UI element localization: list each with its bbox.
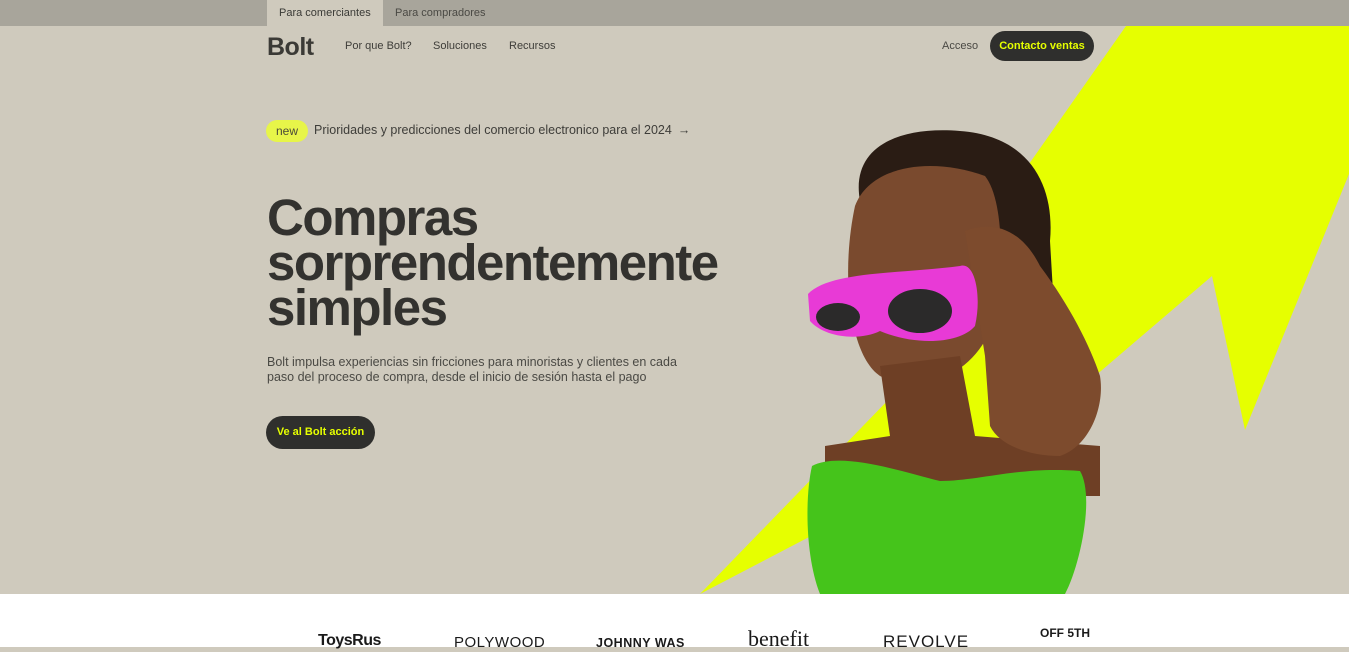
brand-logo-strip: ToysRus POLYWOOD JOHNNY WAS benefit REVO… — [0, 594, 1349, 651]
new-badge: new — [266, 120, 308, 142]
nav-link-why-bolt[interactable]: Por que Bolt? — [345, 40, 412, 52]
polywood-logo: POLYWOOD — [454, 634, 546, 651]
headline-line-3: simples — [267, 279, 448, 336]
nav-link-resources[interactable]: Recursos — [509, 40, 555, 52]
toysrus-logo: ToysRus — [318, 632, 381, 649]
bolt-logo[interactable]: Bolt — [267, 33, 314, 62]
hero-headline: Compras sorprendentemente simples — [267, 192, 827, 336]
audience-tabbar: Para comerciantes Para compradores — [0, 0, 1349, 26]
cta-button[interactable]: Ve al Bolt acción — [266, 416, 375, 449]
announcement-link[interactable]: Prioridades y predicciones del comercio … — [314, 123, 690, 137]
arrow-right-icon: → — [677, 123, 691, 137]
announcement-text: Prioridades y predicciones del comercio … — [314, 123, 672, 137]
tab-shoppers[interactable]: Para compradores — [383, 0, 498, 26]
nav-link-solutions[interactable]: Soluciones — [433, 40, 487, 52]
benefit-logo: benefit — [748, 626, 810, 651]
login-link[interactable]: Acceso — [942, 40, 978, 52]
lens-right-shape — [888, 289, 952, 333]
hero-subtext: Bolt impulsa experiencias sin fricciones… — [267, 355, 677, 384]
johnny-was-logo: JOHNNY WAS — [596, 636, 685, 650]
tab-merchants[interactable]: Para comerciantes — [267, 0, 383, 26]
revolve-logo: REVOLVE — [883, 632, 970, 651]
contact-sales-button[interactable]: Contacto ventas — [990, 31, 1094, 61]
off-fifth-logo: OFF 5TH — [1040, 626, 1090, 640]
